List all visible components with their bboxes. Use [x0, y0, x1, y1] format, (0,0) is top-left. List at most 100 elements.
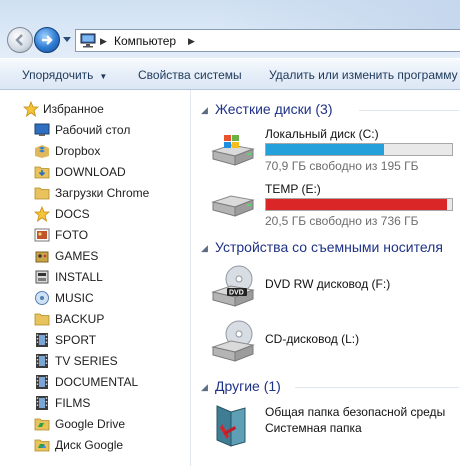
sidebar-item-label: DOWNLOAD: [55, 165, 126, 179]
install-icon: [35, 270, 49, 284]
chevron-down-icon: ▼: [99, 72, 108, 81]
drive-usage-fill: [266, 144, 385, 155]
hard-drive-icon: [211, 195, 255, 217]
windows-drive-icon: [211, 135, 255, 166]
sidebar-item-label: SPORT: [55, 333, 97, 347]
sidebar-item-tv-series[interactable]: TV SERIES: [0, 351, 190, 372]
collapse-triangle-icon: ◢: [201, 243, 208, 253]
dropbox-icon: [35, 145, 49, 158]
folder-type: Системная папка: [265, 421, 362, 435]
sidebar-item-foto[interactable]: FOTO: [0, 225, 190, 246]
group-title: Устройства со съемными носителя: [215, 239, 443, 255]
sidebar-item-label: MUSIC: [55, 291, 94, 305]
drive-name: TEMP (E:): [265, 182, 321, 196]
collapse-triangle-icon: ◢: [201, 105, 208, 115]
games-icon: [35, 251, 49, 263]
folder-icon: [34, 313, 50, 326]
sidebar-item-label: TV SERIES: [55, 354, 118, 368]
sidebar-item-label: FOTO: [55, 228, 89, 242]
svg-text:DVD: DVD: [229, 290, 244, 297]
content-pane: ◢ Жесткие диски (3) Локальный диск (C:) …: [191, 90, 460, 466]
sidebar-item-dropbox[interactable]: Dropbox: [0, 141, 190, 162]
back-button[interactable]: [7, 27, 33, 53]
window-title-blur: [220, 0, 460, 30]
breadcrumb-computer[interactable]: Компьютер: [114, 34, 176, 48]
group-divider: [359, 110, 459, 111]
drive-name: Локальный диск (C:): [265, 127, 379, 141]
address-area: ▶ Компьютер ▶: [0, 0, 460, 58]
film-icon: [36, 333, 48, 347]
group-title: Жесткие диски (3): [215, 101, 333, 117]
drive-usage-bar: [265, 143, 453, 156]
sidebar-item-games[interactable]: GAMES: [0, 246, 190, 267]
sidebar-item-label: GAMES: [55, 249, 99, 263]
breadcrumb-chevron-icon[interactable]: ▶: [100, 36, 107, 47]
computer-icon: [80, 33, 96, 48]
sidebar-item-label: Dropbox: [55, 144, 101, 158]
organize-button[interactable]: Упорядочить ▼: [22, 68, 107, 82]
recent-pages-dropdown-icon[interactable]: [62, 34, 72, 44]
google-drive-icon: [34, 439, 50, 452]
address-bar[interactable]: ▶ Компьютер ▶: [75, 29, 460, 52]
sidebar-item-films[interactable]: FILMS: [0, 393, 190, 414]
cd-drive-icon: [211, 320, 255, 362]
desktop-icon: [34, 123, 50, 136]
drive-f-dvd[interactable]: DVD DVD RW дисковод (F:): [209, 264, 460, 314]
film-icon: [36, 375, 48, 389]
sidebar-item-disk-google[interactable]: Диск Google: [0, 435, 190, 456]
sidebar-item-label: Рабочий стол: [55, 123, 131, 137]
sidebar-item-docs[interactable]: DOCS: [0, 204, 190, 225]
drive-e[interactable]: TEMP (E:) 20,5 ГБ свободно из 736 ГБ: [209, 182, 460, 228]
group-header-hard-disks[interactable]: ◢ Жесткие диски (3): [201, 101, 460, 119]
sidebar-item-google-drive[interactable]: Google Drive: [0, 414, 190, 435]
photo-icon: [34, 228, 50, 242]
folder-download-icon: [34, 166, 50, 179]
system-properties-button[interactable]: Свойства системы: [138, 68, 242, 82]
sidebar-item-label: Диск Google: [55, 438, 124, 452]
sandbox-folder-icon: [216, 405, 246, 447]
sidebar-item-chrome-downloads[interactable]: Загрузки Chrome: [0, 183, 190, 204]
star-icon: [34, 206, 50, 222]
breadcrumb-chevron-icon[interactable]: ▶: [188, 36, 195, 47]
google-drive-icon: [34, 418, 50, 431]
drive-free-space: 20,5 ГБ свободно из 736 ГБ: [265, 214, 419, 228]
film-icon: [36, 354, 48, 368]
music-icon: [35, 291, 49, 305]
sidebar-item-install[interactable]: INSTALL: [0, 267, 190, 288]
group-divider: [295, 387, 459, 388]
collapse-triangle-icon: ◢: [201, 382, 208, 392]
sidebar-item-documental[interactable]: DOCUMENTAL: [0, 372, 190, 393]
sidebar-item-desktop[interactable]: Рабочий стол: [0, 120, 190, 141]
drive-c[interactable]: Локальный диск (C:) 70,9 ГБ свободно из …: [209, 127, 460, 173]
sidebar-item-backup[interactable]: BACKUP: [0, 309, 190, 330]
sidebar-item-label: BACKUP: [55, 312, 105, 326]
group-title: Другие (1): [215, 378, 281, 394]
film-icon: [36, 396, 48, 410]
forward-button[interactable]: [34, 27, 60, 53]
drive-free-space: 70,9 ГБ свободно из 195 ГБ: [265, 159, 419, 173]
sidebar-item-label: Google Drive: [55, 417, 126, 431]
sidebar-item-label: DOCUMENTAL: [55, 375, 139, 389]
sidebar-item-download[interactable]: DOWNLOAD: [0, 162, 190, 183]
group-header-removable[interactable]: ◢ Устройства со съемными носителя: [201, 239, 460, 257]
sidebar-item-label: Загрузки Chrome: [55, 186, 150, 200]
sidebar-item-label: Избранное: [43, 102, 104, 116]
star-icon: [23, 101, 39, 117]
sidebar-item-label: FILMS: [55, 396, 91, 410]
dvd-drive-icon: DVD: [211, 265, 255, 307]
drive-name: CD-дисковод (L:): [265, 332, 360, 346]
organize-label: Упорядочить: [22, 68, 94, 82]
group-header-other[interactable]: ◢ Другие (1): [201, 378, 460, 396]
sidebar-item-label: DOCS: [55, 207, 90, 221]
back-arrow-icon: [15, 34, 23, 46]
sidebar-item-favorites[interactable]: Избранное: [0, 99, 190, 120]
sidebar-item-music[interactable]: MUSIC: [0, 288, 190, 309]
uninstall-program-button[interactable]: Удалить или изменить программу: [269, 68, 458, 82]
folder-name: Общая папка безопасной среды: [265, 405, 446, 419]
command-bar: Упорядочить ▼ Свойства системы Удалить ил…: [0, 58, 460, 90]
sidebar-item-sport[interactable]: SPORT: [0, 330, 190, 351]
drive-l-cd[interactable]: CD-дисковод (L:): [209, 319, 460, 369]
drive-usage-bar: [265, 198, 453, 211]
sandbox-shared-folder[interactable]: Общая папка безопасной среды Системная п…: [209, 402, 460, 452]
drive-name: DVD RW дисковод (F:): [265, 277, 391, 291]
